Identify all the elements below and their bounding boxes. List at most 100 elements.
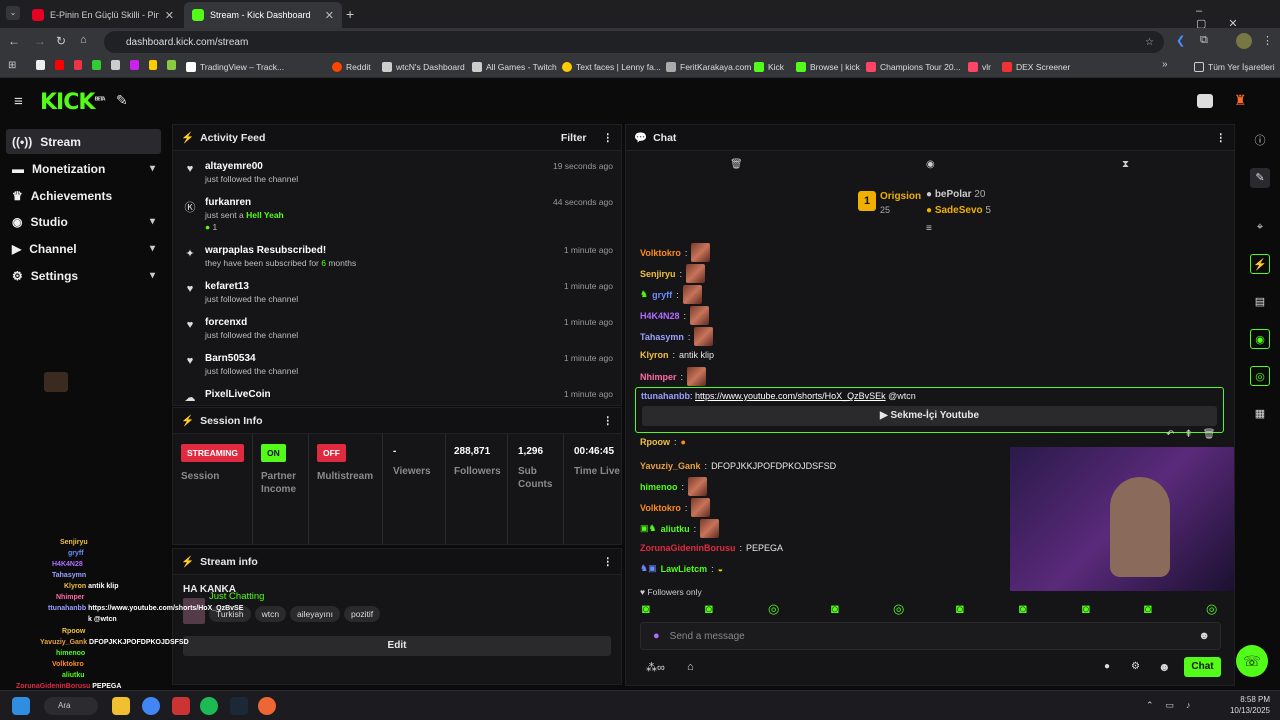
emote[interactable]: ◙ <box>831 601 839 616</box>
message-icon[interactable]: ◉ <box>926 159 935 170</box>
star-icon[interactable]: ☆ <box>1145 37 1154 48</box>
bookmark-icon[interactable] <box>167 60 176 70</box>
bookmark-icon[interactable] <box>92 60 101 70</box>
bookmark-item[interactable]: TradingView – Track... <box>186 59 284 75</box>
pin-icon[interactable]: ≡ <box>926 223 932 234</box>
browser-tab-pinterest[interactable]: E-Pinin En Güçlü Skilli - Pindiriri ✕ <box>24 2 182 28</box>
spotify-icon[interactable] <box>200 697 218 715</box>
chrome-icon[interactable] <box>142 697 160 715</box>
more-options-icon[interactable]: ⋮ <box>1216 132 1227 144</box>
edit-pen-icon[interactable]: ✎ <box>116 92 128 109</box>
bookmark-item[interactable]: Champions Tour 20... <box>866 59 961 75</box>
layout-icon[interactable]: ▦ <box>1250 404 1270 424</box>
points-icon[interactable]: ⁂∞ <box>646 661 665 674</box>
menu-dots-icon[interactable]: ⋮ <box>1262 34 1273 47</box>
back-icon[interactable]: ← <box>8 34 20 48</box>
sidebar-item-monetization[interactable]: ▬ Monetization ▾ <box>6 156 161 181</box>
sidebar-item-settings[interactable]: ⚙ Settings ▾ <box>6 263 161 288</box>
sidebar-item-achievements[interactable]: ♛ Achievements <box>6 183 161 208</box>
chat-input[interactable]: ● Send a message ☻ <box>640 622 1221 650</box>
system-tray-icons[interactable]: ⌃▭♪ <box>1146 700 1203 711</box>
bookmark-item[interactable]: Reddit <box>332 59 371 75</box>
new-tab-icon[interactable]: + <box>346 6 354 22</box>
filter-button[interactable]: Filter <box>561 132 587 144</box>
emote-icon[interactable]: ☻ <box>1158 660 1171 674</box>
youtube-open-button[interactable]: ▶ Sekme-İçi Youtube <box>642 406 1217 426</box>
edit-icon[interactable]: ✎ <box>1250 168 1270 188</box>
bookmark-item[interactable]: Kick <box>754 59 784 75</box>
profile-avatar[interactable] <box>1236 33 1252 49</box>
profile-menu-icon[interactable]: ♜ <box>1234 92 1247 109</box>
emote[interactable]: ◙ <box>1144 601 1152 616</box>
url-input[interactable]: dashboard.kick.com/stream ☆ <box>104 31 1164 53</box>
gear-icon[interactable]: ⚙ <box>1131 661 1140 672</box>
hamburger-menu-icon[interactable]: ≡ <box>14 93 23 110</box>
chat-bubble-icon[interactable]: ● <box>1104 661 1110 672</box>
home-icon[interactable]: ⌂ <box>80 34 87 46</box>
bookmark-item[interactable]: Text faces | Lenny fa... <box>562 59 661 75</box>
more-options-icon[interactable]: ⋮ <box>603 415 614 427</box>
bookmark-icon[interactable] <box>111 60 120 70</box>
send-chat-button[interactable]: Chat <box>1184 657 1221 677</box>
sidebar-item-stream[interactable]: ((•)) Stream <box>6 129 161 154</box>
all-bookmarks[interactable]: Tüm Yer İşaretleri <box>1194 59 1275 75</box>
close-tab-icon[interactable]: ✕ <box>165 9 174 22</box>
emote[interactable]: ◙ <box>956 601 964 616</box>
hourglass-icon[interactable]: ⧗ <box>1122 159 1129 170</box>
obs-icon[interactable] <box>258 697 276 715</box>
message-action-icons[interactable]: ↶⇞🗑 <box>1166 429 1225 440</box>
sidebar-item-channel[interactable]: ▶ Channel ▾ <box>6 236 161 261</box>
quick-actions-icon[interactable]: ⚡ <box>1250 254 1270 274</box>
bookmark-icon[interactable] <box>73 60 83 70</box>
app-icon[interactable] <box>172 697 190 715</box>
bookmark-item[interactable]: All Games - Twitch <box>472 59 557 75</box>
bookmark-item[interactable]: wtcN's Dashboard <box>382 59 465 75</box>
taskbar-search[interactable]: Ara <box>44 697 98 715</box>
emote[interactable]: ◙ <box>1082 601 1090 616</box>
apps-grid-icon[interactable]: ⊞ <box>8 60 16 71</box>
broadcast-icon[interactable]: ◎ <box>1250 366 1270 386</box>
store-icon[interactable]: ⌂ <box>687 661 694 673</box>
support-chat-button[interactable]: ☏ <box>1236 645 1268 677</box>
kick-logo[interactable]: KICKBETA <box>40 90 106 115</box>
category-name[interactable]: Just Chatting <box>209 591 384 602</box>
clock[interactable]: 8:58 PM 10/13/2025 <box>1224 694 1270 716</box>
bookmark-item[interactable]: Browse | kick <box>796 59 860 75</box>
emote[interactable]: ◎ <box>768 601 779 617</box>
emote[interactable]: ◙ <box>705 601 713 616</box>
youtube-icon[interactable] <box>54 60 64 70</box>
more-options-icon[interactable]: ⋮ <box>603 556 614 568</box>
kick-box-icon[interactable] <box>1197 94 1213 108</box>
emote[interactable]: ◙ <box>1019 601 1027 616</box>
chat-icon[interactable]: ◉ <box>1250 329 1270 349</box>
bookmark-icon[interactable] <box>148 60 158 70</box>
bookmark-icon[interactable] <box>129 60 139 70</box>
sidebar-item-studio[interactable]: ◉ Studio ▾ <box>6 209 161 234</box>
reload-icon[interactable]: ↻ <box>56 34 66 48</box>
info-icon[interactable]: ⓘ <box>1250 131 1270 151</box>
more-options-icon[interactable]: ⋮ <box>603 132 614 144</box>
close-tab-icon[interactable]: ✕ <box>325 9 334 22</box>
x-icon[interactable] <box>36 60 45 70</box>
extensions-puzzle-icon[interactable]: ⧉ <box>1200 34 1208 47</box>
emote[interactable]: ◎ <box>1206 601 1217 617</box>
bookmark-item[interactable]: vlr <box>968 59 991 75</box>
edit-button[interactable]: Edit <box>183 636 611 656</box>
trash-icon[interactable]: 🗑 <box>730 159 743 170</box>
document-icon[interactable]: ▤ <box>1250 292 1270 312</box>
browser-tab-kick[interactable]: Stream - Kick Dashboard ✕ <box>184 2 342 28</box>
emote[interactable]: ◎ <box>893 601 904 617</box>
window-controls[interactable]: –▢✕ <box>1196 5 1280 30</box>
emote[interactable]: ◙ <box>642 601 650 616</box>
more-bookmarks-icon[interactable]: » <box>1162 59 1168 70</box>
mic-icon[interactable]: ● <box>653 630 660 642</box>
tab-search-icon[interactable]: ⌄ <box>6 6 20 20</box>
extension-icon[interactable]: ❮ <box>1176 34 1185 47</box>
start-icon[interactable] <box>12 697 30 715</box>
focus-icon[interactable]: ⌖ <box>1250 217 1270 237</box>
bookmark-item[interactable]: FeritKarakaya.com <box>666 59 751 75</box>
steam-icon[interactable] <box>230 697 248 715</box>
youtube-link[interactable]: https://www.youtube.com/shorts/HoX_QzBvS… <box>695 391 886 401</box>
bookmark-item[interactable]: DEX Screener <box>1002 59 1070 75</box>
file-explorer-icon[interactable] <box>112 697 130 715</box>
